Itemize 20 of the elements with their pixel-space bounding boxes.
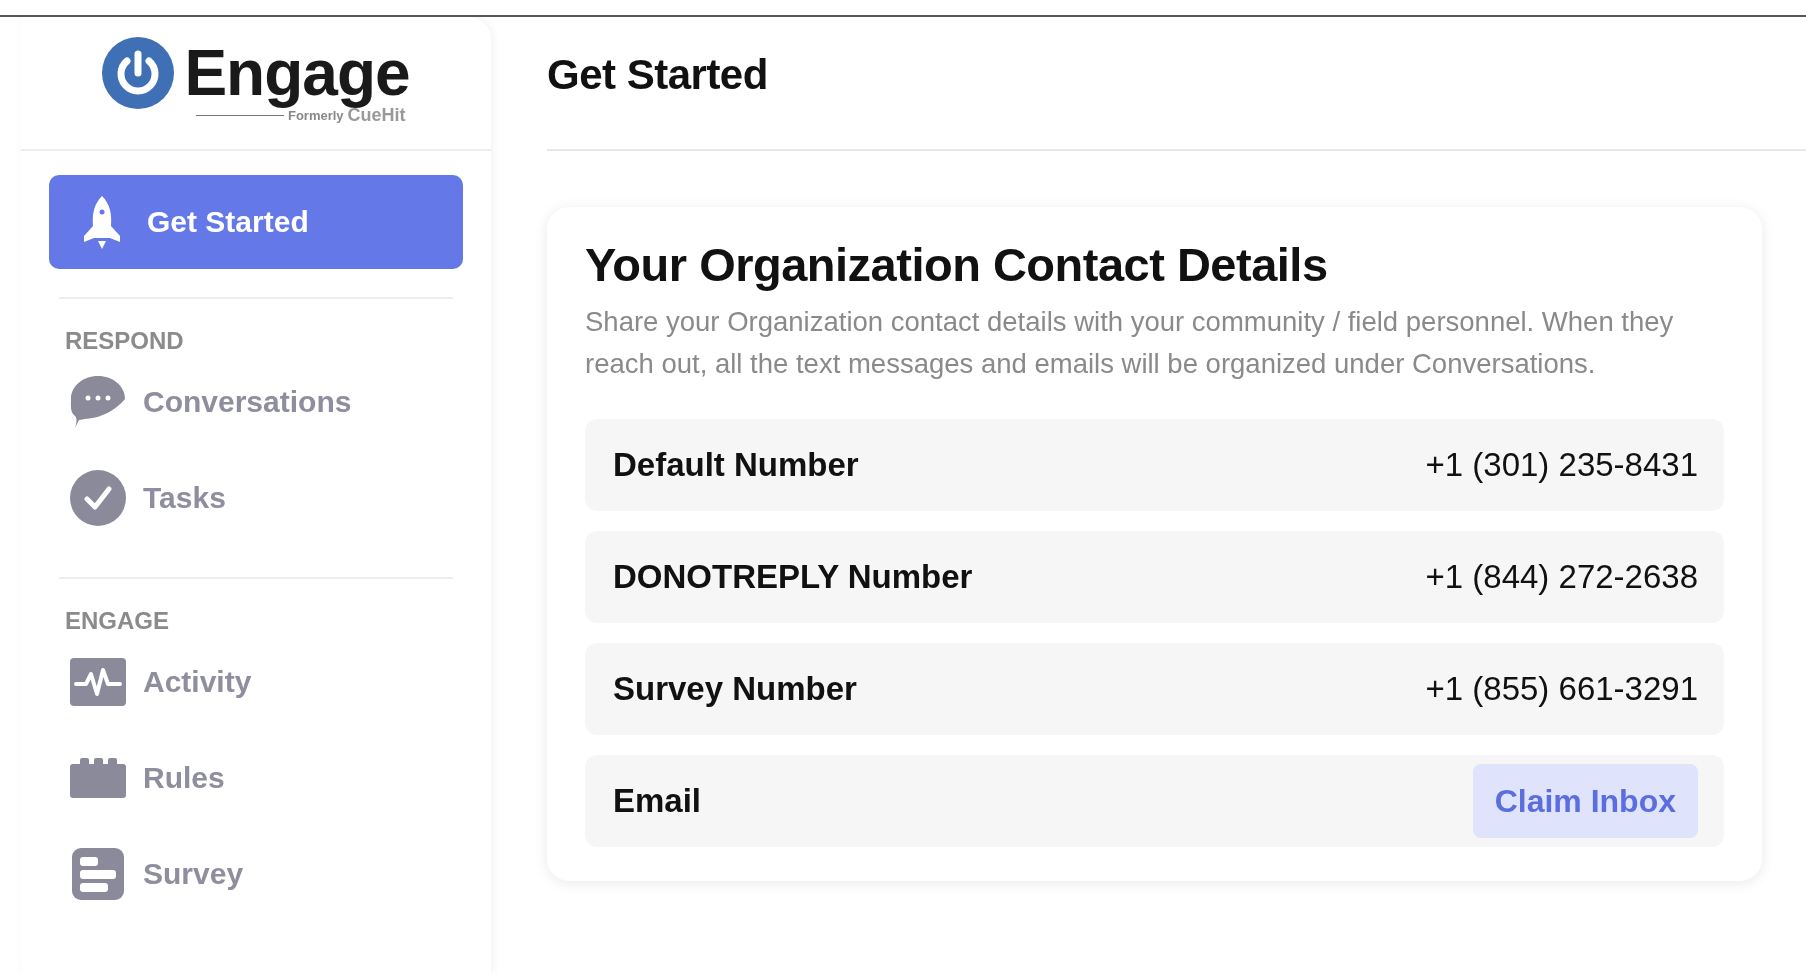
block-icon <box>70 758 126 798</box>
contact-label: DONOTREPLY Number <box>613 558 973 596</box>
card-description: Share your Organization contact details with your community / field personnel. When they reach out, all the text messages and emails will be organized under Conversations. <box>585 305 1675 381</box>
power-icon <box>102 37 175 109</box>
claim-inbox-button[interactable]: Claim Inbox <box>1472 764 1698 838</box>
check-circle-icon <box>70 470 126 526</box>
form-icon <box>72 848 124 900</box>
page-title: Get Started <box>547 17 1806 151</box>
rocket-icon <box>82 194 122 250</box>
contact-label: Survey Number <box>613 670 857 708</box>
former-label: Formerly <box>287 108 344 123</box>
pulse-icon <box>70 658 126 706</box>
card-title: Your Organization Contact Details <box>585 237 1329 293</box>
contact-label: Email <box>613 782 702 820</box>
speech-bubble-icon <box>69 374 127 430</box>
phone-number: +1 (844) 272-2638 <box>1425 558 1698 596</box>
sidebar-item[interactable]: Get Started <box>49 175 463 269</box>
phone-number: +1 (855) 661-3291 <box>1425 670 1698 708</box>
contact-label: Default Number <box>613 446 859 484</box>
phone-number: +1 (301) 235-8431 <box>1425 446 1698 484</box>
